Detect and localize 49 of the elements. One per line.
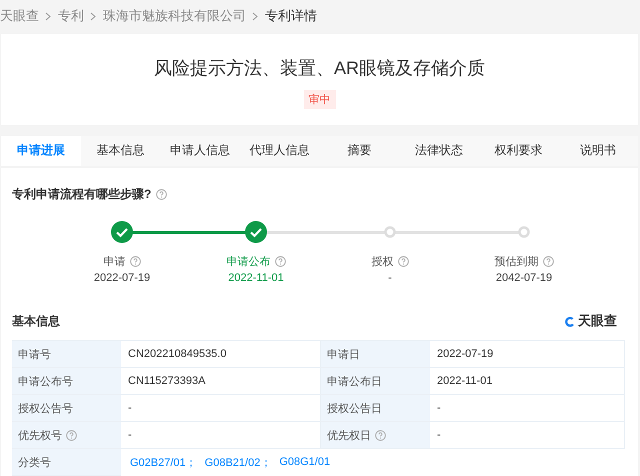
chevron-icon <box>45 12 52 21</box>
field-label: 申请公布日 <box>327 374 382 388</box>
step-label: 申请 <box>104 254 126 268</box>
help-icon[interactable] <box>130 256 140 266</box>
field-label: 优先权日 <box>327 428 371 442</box>
logo-icon <box>563 314 576 328</box>
help-icon[interactable] <box>156 189 168 200</box>
help-icon[interactable] <box>274 256 286 266</box>
value-cell: - <box>430 422 625 449</box>
logo-text: 天眼查 <box>578 312 617 330</box>
section-title: 基本信息 <box>12 312 60 330</box>
field-label: 授权公告日 <box>327 402 382 416</box>
field-label: 分类号 <box>18 456 51 470</box>
classification-link[interactable]: G02B27/01； <box>130 454 197 470</box>
tab[interactable]: 申请人信息 <box>160 136 240 166</box>
tab[interactable]: 代理人信息 <box>240 136 320 166</box>
step-date: 2022-11-01 <box>228 272 284 284</box>
value-cell: 2022-07-19 <box>430 341 625 368</box>
step-date: 2042-07-19 <box>496 272 552 284</box>
classification-link[interactable]: G08B21/02； <box>204 454 272 470</box>
chevron-icon <box>252 12 259 21</box>
help-icon[interactable] <box>542 256 554 266</box>
breadcrumb-item: 专利详情 <box>265 7 317 26</box>
field-label: 申请号 <box>18 348 51 362</box>
tab[interactable]: 权利要求 <box>478 136 558 166</box>
field-label: 授权公告号 <box>18 402 73 416</box>
value-cell: - <box>430 395 625 422</box>
step-label: 申请公布 <box>226 254 270 268</box>
tab[interactable]: 摘要 <box>320 136 400 166</box>
patent-title: 风险提示方法、装置、AR眼镜及存储介质 <box>154 57 485 80</box>
tab[interactable]: 申请进展 <box>1 136 81 166</box>
field-label: 申请公布号 <box>18 374 73 388</box>
status-badge: 审中 <box>304 90 336 110</box>
classification-link[interactable]: G08G1/01 <box>279 456 330 468</box>
step-date: 2022-07-19 <box>94 272 150 284</box>
step-date: - <box>388 272 392 284</box>
section-title: 专利申请流程有哪些步骤? <box>12 186 152 203</box>
tab[interactable]: 说明书 <box>558 136 638 166</box>
step-label: 预估到期 <box>494 254 538 268</box>
tab[interactable]: 基本信息 <box>80 136 160 166</box>
field-label: 申请日 <box>327 348 360 362</box>
value-cell: 2022-11-01 <box>430 368 625 395</box>
step-label: 授权 <box>372 254 394 268</box>
help-icon[interactable] <box>398 256 408 266</box>
field-label: 优先权号 <box>18 428 62 442</box>
tab[interactable]: 法律状态 <box>399 136 479 166</box>
help-icon[interactable] <box>375 430 386 440</box>
help-icon[interactable] <box>66 430 77 440</box>
chevron-icon <box>90 12 97 21</box>
